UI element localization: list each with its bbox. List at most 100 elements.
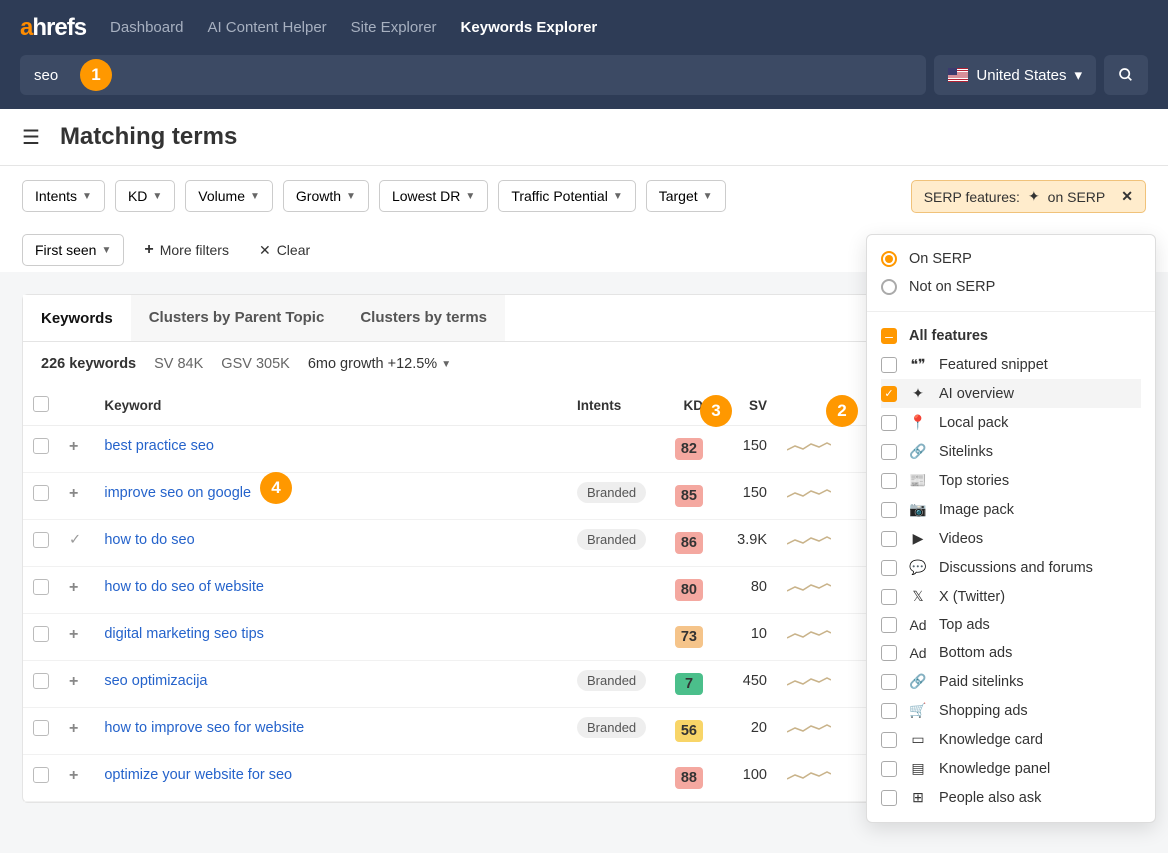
- feature-people-also-ask[interactable]: ⊞People also ask: [881, 783, 1141, 812]
- feature-image-pack[interactable]: 📷Image pack: [881, 495, 1141, 524]
- row-checkbox[interactable]: [33, 579, 49, 595]
- row-checkbox[interactable]: [33, 720, 49, 736]
- hamburger-icon[interactable]: ☰: [22, 125, 40, 150]
- filter-intents[interactable]: Intents▼: [22, 180, 105, 212]
- nav-dashboard[interactable]: Dashboard: [110, 19, 183, 36]
- more-filters-button[interactable]: +More filters: [134, 235, 239, 265]
- annotation-marker-3: 3: [700, 395, 732, 427]
- row-checkbox[interactable]: [33, 532, 49, 548]
- add-icon[interactable]: +: [69, 579, 78, 596]
- feature-x-twitter-[interactable]: 𝕏X (Twitter): [881, 582, 1141, 611]
- feature-paid-sitelinks[interactable]: 🔗Paid sitelinks: [881, 667, 1141, 696]
- kd-badge: 7: [675, 673, 703, 695]
- tab-keywords[interactable]: Keywords: [23, 295, 131, 341]
- feature-icon: 📍: [909, 414, 927, 431]
- add-icon[interactable]: +: [69, 720, 78, 737]
- feature-icon: ⊞: [909, 789, 927, 806]
- feature-featured-snippet[interactable]: ❝❞Featured snippet: [881, 350, 1141, 379]
- feature-top-ads[interactable]: AdTop ads: [881, 611, 1141, 639]
- feature-discussions-and-forums[interactable]: 💬Discussions and forums: [881, 553, 1141, 582]
- country-select[interactable]: United States ▾: [934, 55, 1096, 95]
- keyword-link[interactable]: how to do seo of website: [104, 579, 264, 595]
- feature-top-stories[interactable]: 📰Top stories: [881, 466, 1141, 495]
- stat-growth-select[interactable]: 6mo growth +12.5%▼: [308, 356, 451, 372]
- add-icon[interactable]: +: [69, 485, 78, 502]
- annotation-marker-1: 1: [80, 59, 112, 91]
- checkbox-icon: [881, 473, 897, 489]
- keyword-link[interactable]: digital marketing seo tips: [104, 626, 264, 642]
- feature-knowledge-panel[interactable]: ▤Knowledge panel: [881, 754, 1141, 783]
- filter-first-seen[interactable]: First seen▼: [22, 234, 124, 266]
- filter-growth[interactable]: Growth▼: [283, 180, 369, 212]
- serp-chip-suffix: on SERP: [1048, 189, 1106, 205]
- filter-traffic-potential[interactable]: Traffic Potential▼: [498, 180, 635, 212]
- sv-value: 150: [713, 473, 777, 520]
- feature-bottom-ads[interactable]: AdBottom ads: [881, 639, 1141, 667]
- row-checkbox[interactable]: [33, 438, 49, 454]
- add-icon[interactable]: +: [69, 438, 78, 455]
- feature-label: Paid sitelinks: [939, 674, 1024, 690]
- keyword-link[interactable]: best practice seo: [104, 438, 214, 454]
- serp-features-chip[interactable]: SERP features: ✦ on SERP ✕: [911, 180, 1146, 213]
- stat-sv: SV 84K: [154, 356, 203, 372]
- feature-label: Shopping ads: [939, 703, 1028, 719]
- feature-sitelinks[interactable]: 🔗 Sitelinks: [881, 437, 1141, 466]
- feature-local-pack[interactable]: 📍Local pack: [881, 408, 1141, 437]
- radio-on-serp[interactable]: On SERP: [881, 245, 1141, 273]
- close-icon[interactable]: ✕: [1121, 188, 1133, 205]
- radio-not-on-serp[interactable]: Not on SERP: [881, 273, 1141, 301]
- feature-ai-overview[interactable]: ✓✦AI overview: [881, 379, 1141, 408]
- tab-clusters-terms[interactable]: Clusters by terms: [342, 295, 505, 341]
- feature-icon: 𝕏: [909, 588, 927, 605]
- row-checkbox[interactable]: [33, 626, 49, 642]
- radio-label: Not on SERP: [909, 279, 995, 295]
- feature-icon: 🔗: [909, 443, 927, 460]
- search-bar: 1 United States ▾: [0, 55, 1168, 109]
- keyword-link[interactable]: improve seo on google: [104, 485, 251, 501]
- nav-ai-helper[interactable]: AI Content Helper: [207, 19, 326, 36]
- sparkline-icon: [787, 579, 831, 597]
- row-checkbox[interactable]: [33, 767, 49, 783]
- intent-badge: Branded: [577, 717, 646, 738]
- row-checkbox[interactable]: [33, 673, 49, 689]
- search-button[interactable]: [1104, 55, 1148, 95]
- nav-keywords-explorer[interactable]: Keywords Explorer: [461, 19, 598, 36]
- col-keyword[interactable]: Keyword: [94, 386, 567, 426]
- keyword-link[interactable]: how to improve seo for website: [104, 720, 304, 736]
- filter-volume[interactable]: Volume▼: [185, 180, 273, 212]
- select-all-checkbox[interactable]: [33, 396, 49, 412]
- feature-label: Sitelinks: [939, 444, 993, 460]
- all-features-toggle[interactable]: – All features: [881, 322, 1141, 350]
- feature-shopping-ads[interactable]: 🛒Shopping ads: [881, 696, 1141, 725]
- sparkline-icon: [787, 532, 831, 550]
- sparkline-icon: [787, 673, 831, 691]
- feature-knowledge-card[interactable]: ▭Knowledge card: [881, 725, 1141, 754]
- tab-clusters-parent[interactable]: Clusters by Parent Topic: [131, 295, 343, 341]
- keyword-link[interactable]: how to do seo: [104, 532, 194, 548]
- nav-site-explorer[interactable]: Site Explorer: [351, 19, 437, 36]
- feature-icon: ❝❞: [909, 356, 927, 373]
- add-icon[interactable]: +: [69, 626, 78, 643]
- feature-label: Knowledge panel: [939, 761, 1050, 777]
- page-header: ☰ Matching terms: [0, 109, 1168, 166]
- add-icon[interactable]: +: [69, 673, 78, 690]
- kd-badge: 56: [675, 720, 703, 742]
- kd-badge: 88: [675, 767, 703, 789]
- clear-filters-button[interactable]: ✕Clear: [249, 236, 320, 265]
- feature-videos[interactable]: ▶Videos: [881, 524, 1141, 553]
- checkbox-icon: [881, 645, 897, 661]
- col-intents[interactable]: Intents: [567, 386, 657, 426]
- annotation-marker-4: 4: [260, 472, 292, 504]
- feature-icon: 💬: [909, 559, 927, 576]
- keyword-link[interactable]: seo optimizacija: [104, 673, 207, 689]
- row-checkbox[interactable]: [33, 485, 49, 501]
- add-icon[interactable]: +: [69, 767, 78, 784]
- keyword-link[interactable]: optimize your website for seo: [104, 767, 292, 783]
- filter-lowest-dr[interactable]: Lowest DR▼: [379, 180, 488, 212]
- checkbox-icon: [881, 502, 897, 518]
- filter-kd[interactable]: KD▼: [115, 180, 175, 212]
- search-input[interactable]: [34, 67, 912, 84]
- sparkline-icon: [787, 767, 831, 785]
- filter-target[interactable]: Target▼: [646, 180, 726, 212]
- intent-badge: Branded: [577, 529, 646, 550]
